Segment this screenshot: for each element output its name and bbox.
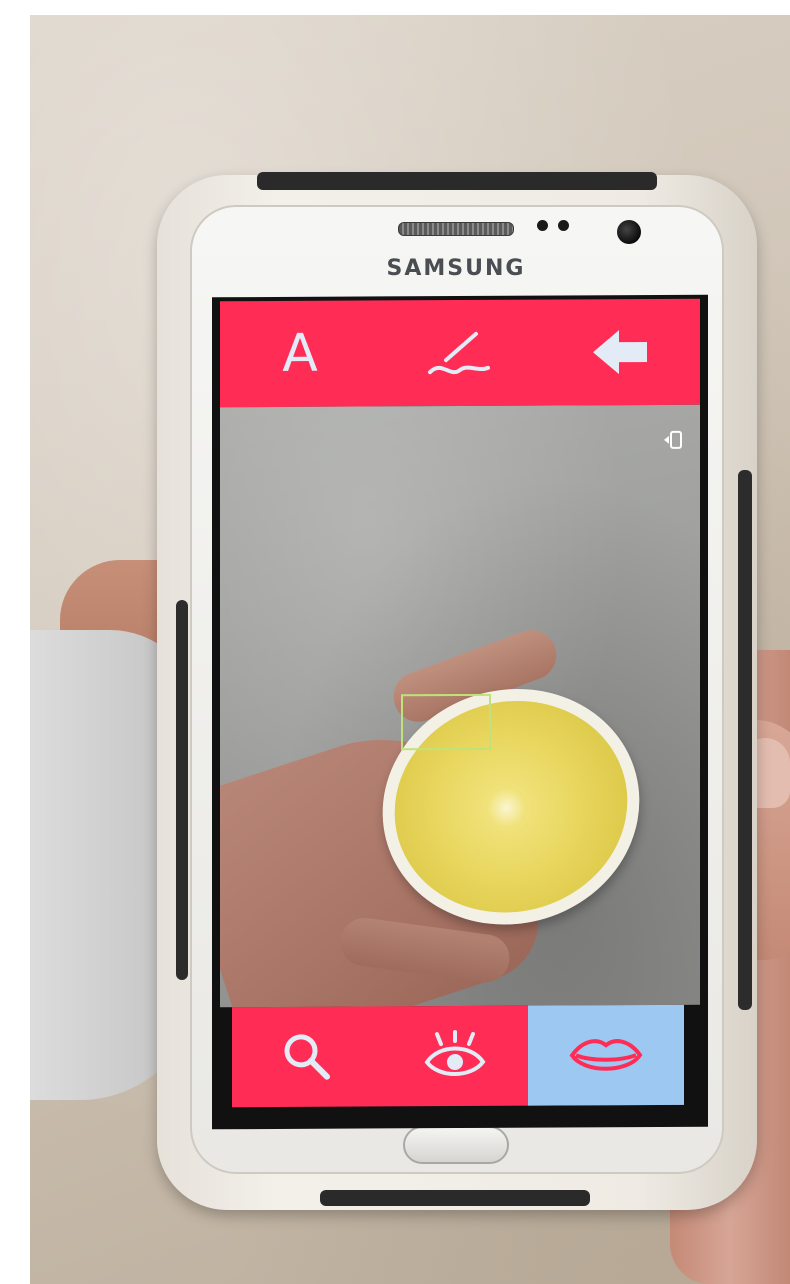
device-brand: SAMSUNG <box>386 256 526 281</box>
proximity-sensor <box>537 220 548 231</box>
case-side-left <box>176 600 188 980</box>
text-mode-button[interactable]: A <box>220 300 380 407</box>
eye-icon <box>424 1030 486 1076</box>
home-button[interactable] <box>403 1126 509 1164</box>
letter-a-icon: A <box>282 323 318 384</box>
case-band-top <box>257 172 657 190</box>
bottom-toolbar <box>232 1004 684 1108</box>
back-button[interactable] <box>540 299 700 406</box>
speak-button[interactable] <box>528 1004 684 1106</box>
photo-scene: SAMSUNG A <box>0 0 790 1284</box>
focus-box <box>401 693 491 751</box>
signature-mode-button[interactable] <box>380 300 540 407</box>
camera-switch-icon[interactable] <box>662 429 684 451</box>
search-icon <box>284 1034 330 1080</box>
lips-icon <box>569 1039 643 1071</box>
view-button[interactable] <box>382 1006 528 1107</box>
case-band-bottom <box>320 1190 590 1206</box>
back-arrow-icon <box>593 330 647 375</box>
case-side-right <box>738 470 752 1010</box>
search-button[interactable] <box>232 1006 382 1107</box>
earpiece-speaker <box>398 222 514 236</box>
pen-signature-icon <box>428 331 490 375</box>
light-sensor <box>558 220 569 231</box>
phone-screen: A <box>212 294 708 1130</box>
top-toolbar: A <box>220 298 700 408</box>
camera-preview[interactable] <box>220 404 700 1008</box>
front-camera <box>617 220 641 244</box>
